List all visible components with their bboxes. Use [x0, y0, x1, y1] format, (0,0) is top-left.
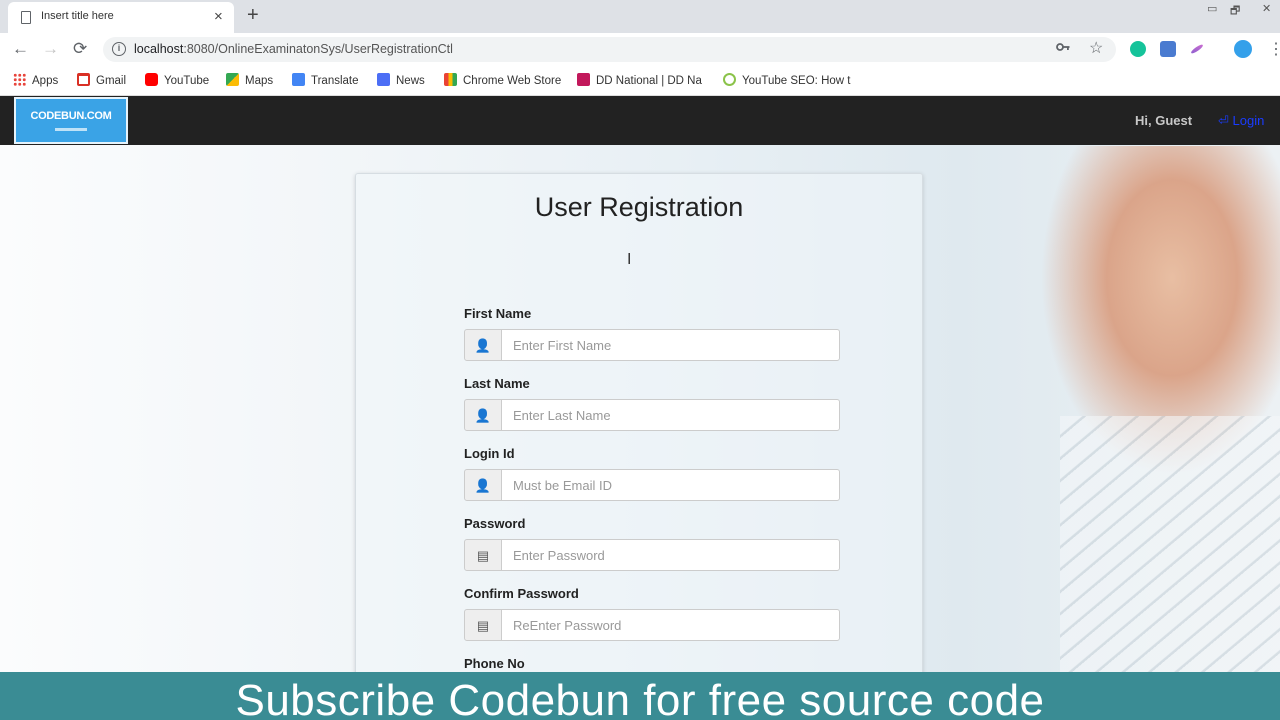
- addon: 👤: [464, 329, 502, 361]
- close-tab-icon[interactable]: ×: [214, 8, 223, 25]
- last-name-label: Last Name: [464, 376, 530, 391]
- first-name-label: First Name: [464, 306, 532, 321]
- login-label: Login: [1232, 113, 1265, 128]
- page-title: User Registration: [534, 192, 744, 222]
- login-id-group: 👤: [464, 469, 840, 501]
- apps-grid-icon: [13, 73, 26, 86]
- brand-logo[interactable]: CODEBUN.COM: [14, 97, 128, 144]
- bookmark-label: YouTube SEO: How t: [742, 75, 851, 87]
- forward-button[interactable]: →: [42, 39, 59, 59]
- gmail-icon: [77, 73, 90, 86]
- bookmark-translate[interactable]: Translate: [292, 73, 359, 87]
- last-name-group: 👤: [464, 399, 840, 431]
- bookmark-label: News: [396, 75, 425, 87]
- close-window-button[interactable]: ✕: [1262, 2, 1271, 15]
- first-name-field[interactable]: [501, 329, 840, 361]
- user-icon: 👤: [474, 478, 492, 493]
- background-keyboard-image: [1060, 416, 1280, 716]
- user-icon: 👤: [474, 408, 492, 423]
- brand-tagline-mark: [55, 128, 87, 131]
- bookmark-label: DD National | DD Na: [596, 75, 702, 87]
- list-icon: ▤: [476, 618, 490, 633]
- address-bar[interactable]: i localhost:8080/OnlineExaminatonSys/Use…: [103, 37, 1116, 62]
- reload-button[interactable]: ⟳: [73, 39, 87, 59]
- confirm-password-label: Confirm Password: [464, 586, 579, 601]
- restore-button[interactable]: 🗗: [1230, 2, 1240, 21]
- bookmark-news[interactable]: News: [377, 73, 425, 87]
- password-label: Password: [464, 516, 526, 531]
- page-viewport: CODEBUN.COM Hi, Guest ⏎ Login User Regis…: [0, 96, 1280, 720]
- last-name-field[interactable]: [501, 399, 840, 431]
- login-link[interactable]: ⏎ Login: [1218, 113, 1264, 129]
- news-icon: [377, 73, 390, 86]
- login-icon: ⏎: [1218, 113, 1229, 128]
- tab-title: Insert title here: [41, 10, 114, 22]
- bookmark-maps[interactable]: Maps: [226, 73, 273, 87]
- site-info-icon[interactable]: i: [112, 42, 126, 56]
- password-group: ▤: [464, 539, 840, 571]
- list-icon: ▤: [476, 548, 490, 563]
- bookmark-label: Apps: [32, 75, 59, 87]
- maps-icon: [226, 73, 239, 86]
- bookmark-label: YouTube: [164, 75, 210, 87]
- addon: ▤: [464, 539, 502, 571]
- bookmark-dd-national[interactable]: DD National | DD Na: [577, 73, 702, 87]
- text-cursor-icon: I: [627, 251, 632, 268]
- url-host: localhost: [134, 42, 184, 56]
- url-text[interactable]: localhost:8080/OnlineExaminatonSys/UserR…: [134, 42, 453, 56]
- bookmark-chrome-web-store[interactable]: Chrome Web Store: [444, 73, 561, 87]
- greeting-text: Hi, Guest: [1135, 113, 1193, 128]
- password-field[interactable]: [501, 539, 840, 571]
- confirm-password-group: ▤: [464, 609, 840, 641]
- web-store-icon: [444, 73, 457, 86]
- registration-panel: User Registration First Name 👤 Last Name…: [355, 173, 923, 720]
- login-id-field[interactable]: [501, 469, 840, 501]
- bookmark-apps[interactable]: Apps: [13, 73, 58, 87]
- page-icon: [21, 11, 31, 24]
- addon: 👤: [464, 469, 502, 501]
- phone-label: Phone No: [464, 656, 525, 671]
- key-icon[interactable]: [1056, 40, 1070, 57]
- back-button[interactable]: ←: [12, 39, 29, 59]
- browser-tab-bar: Insert title here × + ▭ 🗗 ✕: [0, 0, 1280, 33]
- minimize-button[interactable]: ▭: [1207, 2, 1217, 15]
- addon: 👤: [464, 399, 502, 431]
- profile-ext-icon[interactable]: [1160, 41, 1176, 57]
- bookmark-label: Translate: [311, 75, 359, 87]
- browser-toolbar: ← → ⟳ i localhost:8080/OnlineExaminatonS…: [0, 33, 1280, 66]
- dd-national-icon: [577, 73, 590, 86]
- new-tab-button[interactable]: +: [247, 4, 259, 27]
- pen-icon[interactable]: [1190, 43, 1204, 55]
- bookmark-label: Gmail: [96, 75, 127, 87]
- bookmark-label: Maps: [245, 75, 274, 87]
- translate-icon: [292, 73, 305, 86]
- user-icon: 👤: [474, 338, 492, 353]
- loading-circle-icon: [723, 73, 736, 86]
- bookmark-label: Chrome Web Store: [463, 75, 562, 87]
- subscribe-banner: Subscribe Codebun for free source code: [0, 672, 1280, 720]
- bookmarks-bar: Apps Gmail YouTube Maps Translate News C…: [0, 66, 1280, 96]
- site-navbar: CODEBUN.COM Hi, Guest ⏎ Login: [0, 96, 1280, 145]
- browser-tab[interactable]: Insert title here ×: [8, 2, 234, 33]
- url-path: :8080/OnlineExaminatonSys/UserRegistrati…: [183, 42, 453, 56]
- star-icon[interactable]: ☆: [1089, 38, 1103, 58]
- bookmark-gmail[interactable]: Gmail: [77, 73, 126, 87]
- first-name-group: 👤: [464, 329, 840, 361]
- confirm-password-field[interactable]: [501, 609, 840, 641]
- addon: ▤: [464, 609, 502, 641]
- grammarly-icon[interactable]: [1130, 41, 1146, 57]
- youtube-icon: [145, 73, 158, 86]
- banner-text: Subscribe Codebun for free source code: [235, 676, 1045, 720]
- login-id-label: Login Id: [464, 446, 515, 461]
- bookmark-youtube-seo[interactable]: YouTube SEO: How t: [723, 73, 850, 87]
- avatar[interactable]: [1234, 40, 1252, 58]
- brand-text: CODEBUN.COM: [30, 110, 112, 122]
- menu-icon[interactable]: ⋮: [1268, 39, 1280, 59]
- bookmark-youtube[interactable]: YouTube: [145, 73, 209, 87]
